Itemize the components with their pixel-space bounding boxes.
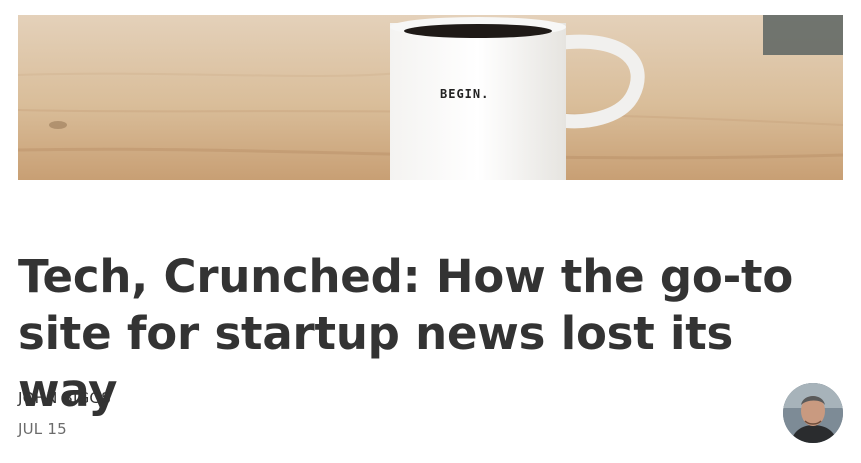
article-title[interactable]: Tech, Crunched: How the go-to site for s…: [18, 248, 843, 419]
publish-date: JUL 15: [18, 420, 67, 438]
author-avatar[interactable]: [783, 383, 843, 443]
avatar-photo-icon: [783, 383, 843, 443]
hero-illustration: [18, 15, 843, 180]
mug-text: BEGIN.: [440, 87, 490, 101]
author-name[interactable]: JOHN BIGGS: [18, 389, 111, 407]
hero-image[interactable]: BEGIN.: [18, 15, 843, 180]
